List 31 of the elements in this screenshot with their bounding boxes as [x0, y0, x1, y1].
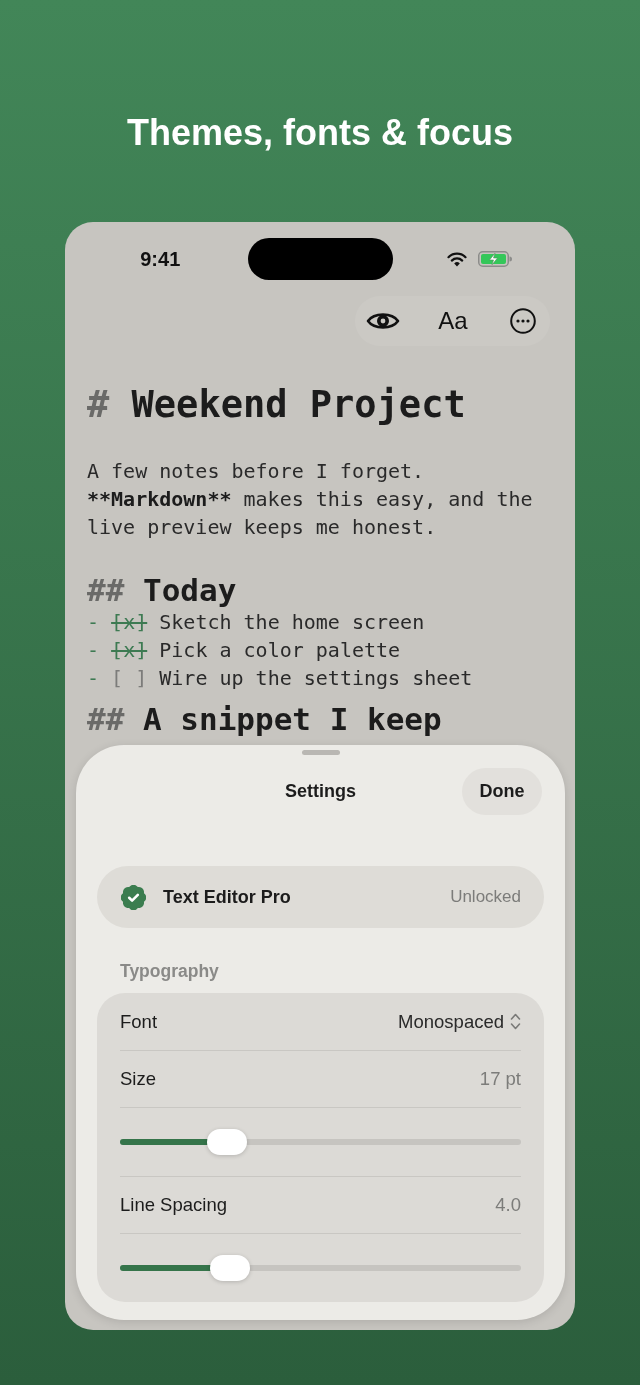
- done-button[interactable]: Done: [462, 768, 542, 815]
- row-value: 4.0: [495, 1193, 521, 1218]
- row-label: Size: [120, 1067, 156, 1092]
- headline: Themes, fonts & focus: [126, 111, 514, 155]
- battery-charging-icon: [477, 251, 513, 267]
- status-time: 9:41: [139, 247, 181, 272]
- task-item-text: - [ ] Wire up the settings sheet: [87, 665, 474, 692]
- slider-thumb[interactable]: [206, 1129, 247, 1155]
- row-label: Line Spacing: [120, 1193, 227, 1218]
- chevron-up-down-icon: [510, 1013, 521, 1030]
- slider-control[interactable]: [120, 1255, 521, 1281]
- sheet-title: Settings: [285, 780, 356, 803]
- heading-text: # Weekend Project: [87, 383, 467, 427]
- product-name: Text Editor Pro: [163, 885, 291, 909]
- task-item-text: - [x] Pick a color palette: [87, 637, 402, 664]
- row-label: Font: [120, 1009, 158, 1034]
- unlock-status: Unlocked: [450, 886, 521, 909]
- verified-badge-icon: [121, 884, 146, 910]
- section-title: Typography: [119, 961, 220, 981]
- slider-thumb[interactable]: [210, 1255, 251, 1281]
- more-icon: [510, 308, 536, 334]
- wifi-icon: [446, 251, 467, 267]
- row-value: 17 pt: [479, 1067, 521, 1092]
- slider-control[interactable]: [120, 1129, 521, 1155]
- heading-text: ## Today: [87, 572, 238, 608]
- task-item-text: - [x] Sketch the home screen: [87, 609, 426, 636]
- paragraph-text: A few notes before I forget. **Markdown** makes this easy, and the live preview keeps me honest.: [87, 458, 534, 541]
- heading-text: ## A snippet I keep: [87, 703, 443, 735]
- eye-icon: [366, 310, 400, 332]
- font-button[interactable]: Aa: [431, 299, 475, 343]
- font-picker[interactable]: Monospaced: [398, 1007, 521, 1036]
